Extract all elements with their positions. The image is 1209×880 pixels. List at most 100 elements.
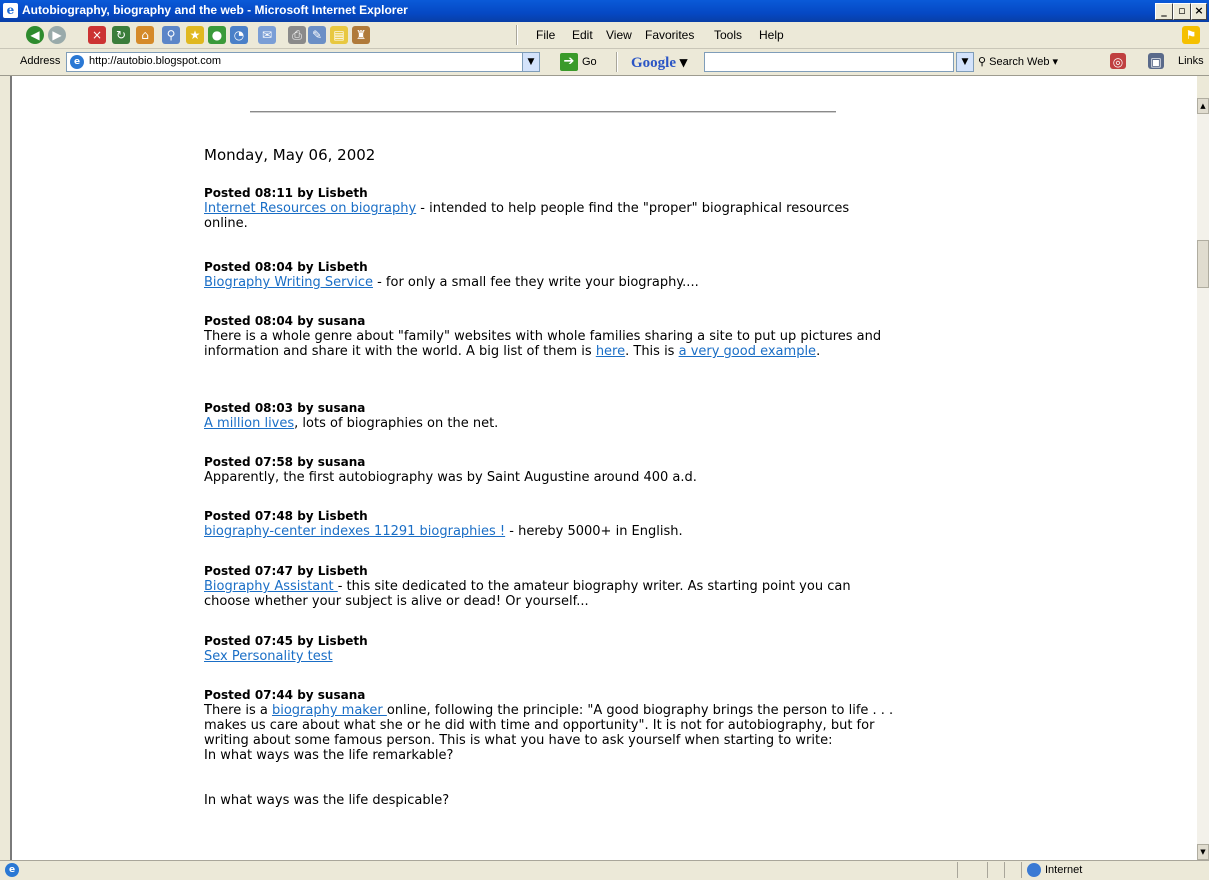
post-link[interactable]: Biography Writing Service [204, 275, 373, 290]
address-url: http://autobio.blogspot.com [89, 55, 222, 67]
post-link[interactable]: biography-center indexes 11291 biographi… [204, 524, 505, 539]
menu-edit[interactable]: Edit [572, 28, 593, 42]
stop-icon[interactable]: × [88, 26, 106, 44]
horizontal-rule [250, 111, 836, 113]
post-text: There is a [204, 703, 272, 718]
post-text: . This is [625, 344, 679, 359]
page-content: Monday, May 06, 2002 Posted 08:11 by Lis… [10, 76, 1197, 860]
post-link[interactable]: Internet Resources on biography [204, 201, 416, 216]
status-cell [957, 862, 958, 878]
print-icon[interactable]: ⎙ [288, 26, 306, 44]
research-icon[interactable]: ♜ [352, 26, 370, 44]
post-header: Posted 07:58 by susana [204, 455, 366, 469]
home-icon[interactable]: ⌂ [136, 26, 154, 44]
blog-post: Posted 07:47 by Lisbeth Biography Assist… [204, 564, 894, 609]
go-button[interactable]: ➔ Go [560, 52, 605, 72]
windows-flag-icon: ⚑ [1182, 26, 1200, 44]
address-bar: Address e http://autobio.blogspot.com ▼ … [0, 49, 1209, 76]
post-link[interactable]: Biography Assistant [204, 579, 338, 594]
go-arrow-icon: ➔ [560, 53, 578, 71]
title-bar: e Autobiography, biography and the web -… [0, 0, 1209, 22]
page-status-icon: e [5, 863, 19, 877]
menu-tools[interactable]: Tools [714, 28, 742, 42]
status-cell [987, 862, 988, 878]
post-text: In what ways was the life despicable? [204, 793, 450, 808]
refresh-icon[interactable]: ↻ [112, 26, 130, 44]
status-cell [1021, 862, 1022, 878]
address-label: Address [20, 55, 61, 67]
google-dropdown-icon[interactable]: ▼ [956, 52, 974, 72]
search-web-label: Search Web [989, 56, 1050, 68]
back-icon[interactable]: ◀ [26, 26, 44, 44]
edit-icon[interactable]: ✎ [308, 26, 326, 44]
post-text: , lots of biographies on the net. [294, 416, 499, 431]
post-text: online, following the principle: "A good… [386, 703, 894, 718]
ie-logo-icon: e [3, 3, 18, 18]
post-header: Posted 07:48 by Lisbeth [204, 509, 368, 523]
post-text: In what ways was the life remarkable? [204, 748, 454, 763]
scroll-thumb[interactable] [1197, 240, 1209, 288]
security-zone: Internet [1045, 864, 1083, 876]
blog-post: Posted 08:04 by susana There is a whole … [204, 314, 894, 359]
post-text: - hereby 5000+ in English. [505, 524, 683, 539]
go-label: Go [582, 56, 597, 68]
post-date: Monday, May 06, 2002 [204, 146, 376, 164]
mail-icon[interactable]: ✉ [258, 26, 276, 44]
status-bar: e Internet [0, 860, 1209, 880]
internet-zone-icon [1027, 863, 1041, 877]
blog-post: Posted 07:44 by susana There is a biogra… [204, 688, 894, 808]
discuss-icon[interactable]: ▤ [330, 26, 348, 44]
post-header: Posted 08:11 by Lisbeth [204, 186, 368, 200]
scroll-up-icon[interactable]: ▲ [1197, 98, 1209, 114]
menu-view[interactable]: View [606, 28, 632, 42]
favorites-icon[interactable]: ★ [186, 26, 204, 44]
post-link[interactable]: A million lives [204, 416, 294, 431]
page-icon: e [70, 55, 84, 69]
blog-post: Posted 08:04 by Lisbeth Biography Writin… [204, 260, 894, 290]
post-link-example[interactable]: a very good example [679, 344, 816, 359]
toolbar-separator [516, 25, 518, 45]
forward-icon[interactable]: ▶ [48, 26, 66, 44]
post-header: Posted 08:03 by susana [204, 401, 366, 415]
post-header: Posted 07:47 by Lisbeth [204, 564, 368, 578]
post-link[interactable]: Sex Personality test [204, 649, 333, 664]
post-header: Posted 08:04 by susana [204, 314, 366, 328]
post-link-here[interactable]: here [596, 344, 625, 359]
post-text: makes us care about what she or he did w… [204, 718, 875, 748]
toolbar-separator [616, 52, 618, 72]
address-input[interactable]: e http://autobio.blogspot.com [66, 52, 540, 72]
search-web-button[interactable]: ⚲ Search Web ▾ [978, 55, 1058, 68]
search-icon[interactable]: ⚲ [162, 26, 180, 44]
close-button[interactable]: × [1191, 3, 1207, 20]
blog-post: Posted 07:48 by Lisbeth biography-center… [204, 509, 894, 539]
google-logo[interactable]: Google ▾ [631, 53, 687, 72]
post-text: Apparently, the first autobiography was … [204, 470, 697, 485]
blog-post: Posted 07:58 by susana Apparently, the f… [204, 455, 894, 485]
links-label[interactable]: Links [1178, 55, 1204, 67]
scroll-down-icon[interactable]: ▼ [1197, 844, 1209, 860]
post-header: Posted 08:04 by Lisbeth [204, 260, 368, 274]
minimize-button[interactable]: _ [1155, 3, 1173, 20]
post-link[interactable]: biography maker [272, 703, 387, 718]
status-cell [1004, 862, 1005, 878]
history-icon[interactable]: ◔ [230, 26, 248, 44]
menu-help[interactable]: Help [759, 28, 784, 42]
maximize-button[interactable]: ▫ [1173, 3, 1191, 20]
google-logo-text: Google [631, 55, 676, 71]
blog-post: Posted 08:11 by Lisbeth Internet Resourc… [204, 186, 894, 231]
options-icon[interactable]: ▣ [1148, 53, 1164, 69]
vertical-scrollbar[interactable]: ▲ ▼ [1197, 98, 1209, 860]
blog-post: Posted 07:45 by Lisbeth Sex Personality … [204, 634, 894, 664]
blog-post: Posted 08:03 by susana A million lives, … [204, 401, 894, 431]
post-text: . [816, 344, 821, 359]
post-header: Posted 07:44 by susana [204, 688, 366, 702]
google-search-input[interactable] [704, 52, 954, 72]
media-icon[interactable]: ● [208, 26, 226, 44]
menu-file[interactable]: File [536, 28, 555, 42]
address-dropdown-icon[interactable]: ▼ [522, 52, 540, 72]
post-header: Posted 07:45 by Lisbeth [204, 634, 368, 648]
window-title: Autobiography, biography and the web - M… [22, 3, 408, 17]
popup-blocker-icon[interactable]: ◎ [1110, 53, 1126, 69]
post-text: - for only a small fee they write your b… [372, 275, 699, 290]
menu-favorites[interactable]: Favorites [645, 28, 694, 42]
